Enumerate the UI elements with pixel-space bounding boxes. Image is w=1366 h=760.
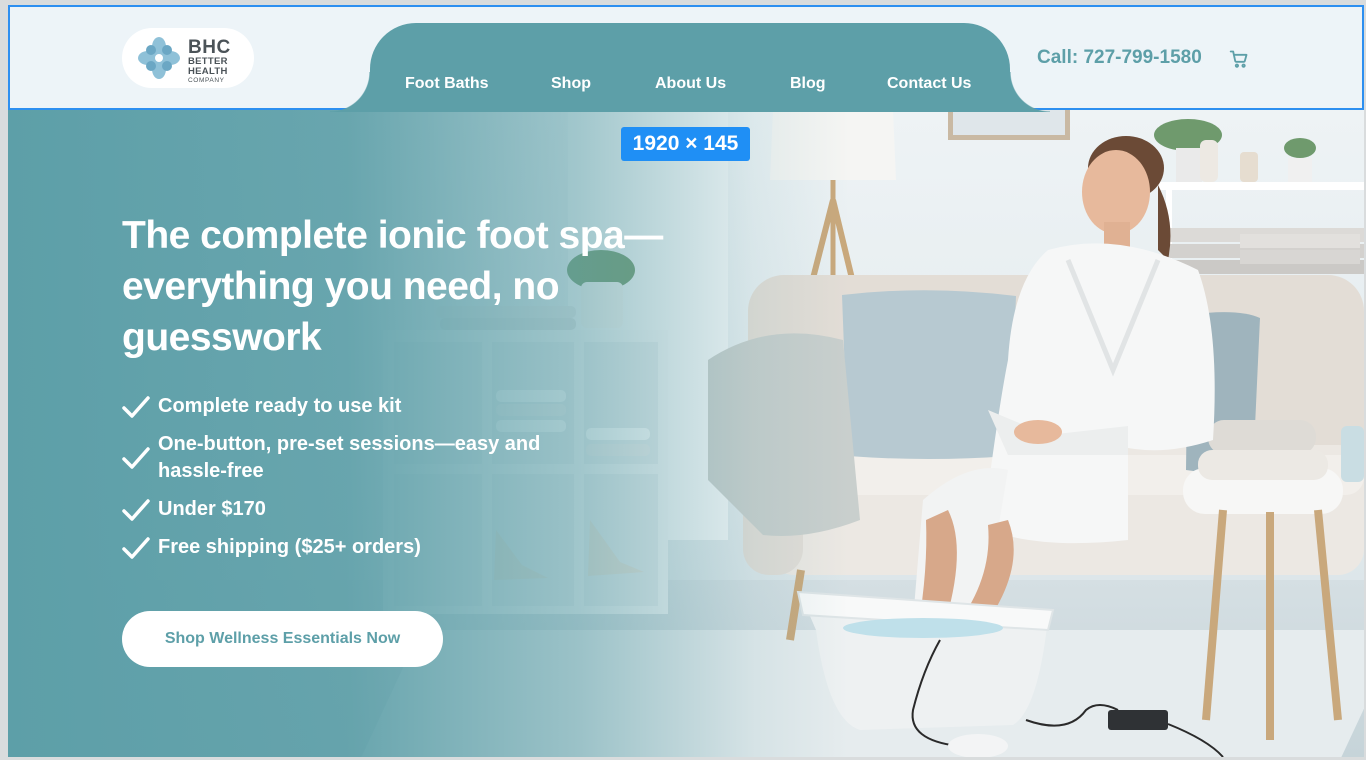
shop-wellness-button[interactable]: Shop Wellness Essentials Now [122, 611, 443, 667]
logo-line-2: HEALTH [188, 66, 228, 77]
nav-item-shop[interactable]: Shop [551, 75, 591, 93]
main-nav: Foot Baths Shop About Us Blog Contact Us [330, 23, 1050, 112]
dimension-badge: 1920 × 145 [621, 127, 750, 161]
checkmark-icon [122, 536, 150, 559]
page-frame: BHC BETTER HEALTH COMPANY Foot Baths Sho… [8, 5, 1364, 757]
brand-logo[interactable]: BHC BETTER HEALTH COMPANY [122, 28, 254, 88]
feature-item: Complete ready to use kit [122, 393, 542, 420]
cart-icon[interactable] [1229, 49, 1249, 74]
checkmark-icon [122, 395, 150, 418]
nav-item-foot-baths[interactable]: Foot Baths [405, 75, 489, 93]
nav-item-contact-us[interactable]: Contact Us [887, 75, 971, 93]
feature-text: Complete ready to use kit [158, 395, 402, 417]
feature-text: Free shipping ($25+ orders) [158, 536, 421, 558]
hero-section: 1920 × 145 The complete ionic foot spa—e… [8, 110, 1364, 757]
hero-headline: The complete ionic foot spa—everything y… [122, 214, 663, 359]
call-phone-link[interactable]: Call: 727-799-1580 [1037, 47, 1202, 69]
flower-logo-icon [138, 37, 180, 79]
feature-item: One-button, pre-set sessions—easy and ha… [122, 431, 542, 485]
nav-item-about-us[interactable]: About Us [655, 75, 726, 93]
nav-item-blog[interactable]: Blog [790, 75, 826, 93]
checkmark-icon [122, 498, 150, 521]
logo-wordmark: BHC BETTER HEALTH COMPANY [188, 37, 231, 84]
feature-list: Complete ready to use kit One-button, pr… [122, 393, 542, 572]
site-header: BHC BETTER HEALTH COMPANY Foot Baths Sho… [8, 5, 1364, 112]
feature-item: Under $170 [122, 496, 542, 523]
logo-main-text: BHC [188, 37, 231, 58]
logo-line-3: COMPANY [188, 77, 225, 84]
feature-text: Under $170 [158, 498, 266, 520]
feature-text: One-button, pre-set sessions—easy and ha… [158, 433, 541, 482]
checkmark-icon [122, 447, 150, 469]
feature-item: Free shipping ($25+ orders) [122, 534, 542, 561]
